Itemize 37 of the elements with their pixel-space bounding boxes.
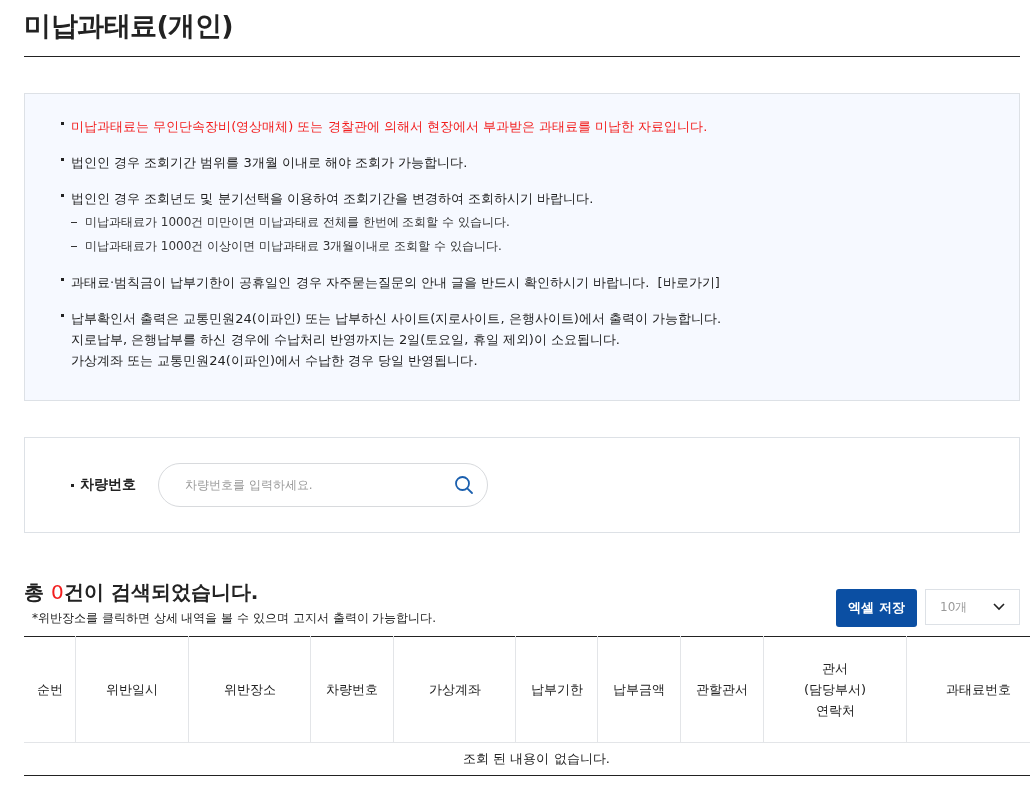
column-header: 납부기한 [515, 636, 598, 743]
bullet-icon [61, 194, 64, 197]
notice-text: 법인인 경우 조회기간 범위를 3개월 이내로 해야 조회가 가능합니다. [71, 155, 468, 170]
dash-icon [71, 246, 77, 247]
notice-text: 과태료·범칙금이 납부기한이 공휴일인 경우 자주묻는질문의 안내 글을 반드시 확인하시기 바랍니다. [71, 275, 650, 290]
column-header: 위반장소 [188, 636, 311, 743]
excel-save-button[interactable]: 엑셀 저장 [836, 589, 917, 627]
shortcut-link[interactable]: [바로가기] [657, 275, 720, 290]
column-header: 가상계좌 [393, 636, 516, 743]
column-header: 납부금액 [597, 636, 681, 743]
notice-text: 미납과태료가 1000건 이상이면 미납과태료 3개월이내로 조회할 수 있습니다. [85, 238, 502, 255]
column-header: 관할관서 [680, 636, 764, 743]
chevron-down-icon [993, 603, 1005, 611]
bullet-icon [61, 158, 64, 161]
column-header: 순번 [24, 636, 76, 743]
page-title: 미납과태료(개인) [24, 9, 235, 43]
notice-text: 가상계좌 또는 교통민원24(이파인)에서 수납한 경우 당일 반영됩니다. [71, 353, 478, 368]
notice-text: 미납과태료는 무인단속장비(영상매체) 또는 경찰관에 의해서 현장에서 부과받은 과태료를 미납한 자료입니다. [71, 119, 708, 134]
bullet-icon [61, 278, 64, 281]
notice-text: 미납과태료가 1000건 미만이면 미납과태료 전체를 한번에 조회할 수 있습니다. [85, 214, 510, 231]
bullet-icon [71, 483, 74, 487]
empty-message: 조회 된 내용이 없습니다. [24, 742, 1030, 776]
column-header: 차량번호 [310, 636, 394, 743]
field-label: 차량번호 [80, 476, 137, 494]
search-icon[interactable] [454, 475, 474, 495]
column-header: 과태료번호 [906, 636, 1030, 743]
bullet-icon [61, 122, 64, 125]
bullet-icon [61, 314, 64, 317]
column-header: 위반일시 [75, 636, 189, 743]
notice-text: 법인인 경우 조회년도 및 분기선택을 이용하여 조회기간을 변경하여 조회하시기 바랍니다. [71, 191, 594, 206]
search-field[interactable]: 차량번호를 입력하세요. [158, 463, 488, 507]
dash-icon [71, 222, 77, 223]
notice-text: 지로납부, 은행납부를 하신 경우에 수납처리 반영까지는 2일(토요일, 휴일 제외)이 소요됩니다. [71, 332, 620, 347]
column-header: 관서 (담당부서) 연락처 [763, 636, 907, 743]
notice-text: 납부확인서 출력은 교통민원24(이파인) 또는 납부하신 사이트(지로사이트, 은행사이트)에서 출력이 가능합니다. [71, 311, 722, 326]
result-note: *위반장소를 클릭하면 상세 내역을 볼 수 있으며 고지서 출력이 가능합니다. [32, 610, 437, 627]
result-count: 총 0건이 검색되었습니다. [24, 579, 260, 606]
